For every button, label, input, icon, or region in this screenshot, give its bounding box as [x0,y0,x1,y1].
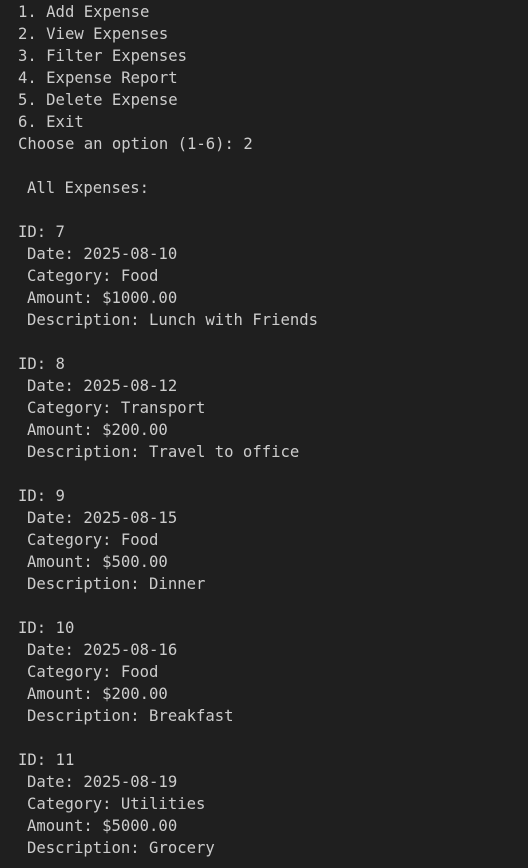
menu-item-add-expense: 1. Add Expense [18,3,150,21]
menu-item-view-expenses: 2. View Expenses [18,25,169,43]
terminal-output[interactable]: 1. Add Expense 2. View Expenses 3. Filte… [0,0,528,868]
expense-amount: Amount: $500.00 [27,553,168,571]
menu-item-exit: 6. Exit [18,113,84,131]
expenses-heading: All Expenses: [27,179,150,197]
expense-category: Category: Food [27,531,159,549]
expense-record: ID: 9 Date: 2025-08-15 Category: Food Am… [18,485,528,595]
expense-date: Date: 2025-08-19 [27,773,178,791]
menu-item-filter-expenses: 3. Filter Expenses [18,47,187,65]
menu-item-expense-report: 4. Expense Report [18,69,178,87]
expense-date: Date: 2025-08-15 [27,509,178,527]
expense-category: Category: Food [27,267,159,285]
expense-category: Category: Utilities [27,795,206,813]
expense-id: ID: 9 [18,487,65,505]
expense-description: Description: Lunch with Friends [27,311,319,329]
expense-id: ID: 8 [18,355,65,373]
expense-description: Description: Travel to office [27,443,300,461]
option-prompt: Choose an option (1-6): 2 [18,135,253,153]
expense-amount: Amount: $200.00 [27,421,168,439]
expense-date: Date: 2025-08-10 [27,245,178,263]
expense-id: ID: 11 [18,751,75,769]
expense-description: Description: Breakfast [27,707,234,725]
expense-record: ID: 10 Date: 2025-08-16 Category: Food A… [18,617,528,727]
expense-category: Category: Food [27,663,159,681]
expense-amount: Amount: $200.00 [27,685,168,703]
expense-record: ID: 11 Date: 2025-08-19 Category: Utilit… [18,749,528,859]
expense-id: ID: 7 [18,223,65,241]
expense-record: ID: 8 Date: 2025-08-12 Category: Transpo… [18,353,528,463]
expense-description: Description: Grocery [27,839,215,857]
expense-id: ID: 10 [18,619,75,637]
expense-date: Date: 2025-08-16 [27,641,178,659]
expense-date: Date: 2025-08-12 [27,377,178,395]
expense-amount: Amount: $1000.00 [27,289,178,307]
expense-category: Category: Transport [27,399,206,417]
expense-description: Description: Dinner [27,575,206,593]
menu-item-delete-expense: 5. Delete Expense [18,91,178,109]
expense-amount: Amount: $5000.00 [27,817,178,835]
expense-record: ID: 7 Date: 2025-08-10 Category: Food Am… [18,221,528,331]
